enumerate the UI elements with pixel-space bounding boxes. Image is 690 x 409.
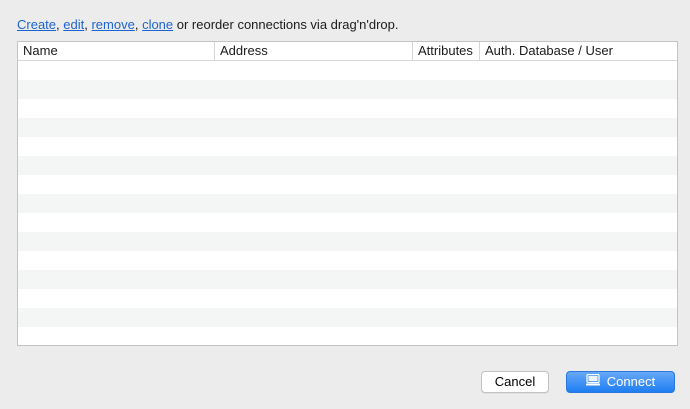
clone-link[interactable]: clone [142, 17, 173, 32]
cancel-button[interactable]: Cancel [481, 371, 549, 393]
remove-link[interactable]: remove [91, 17, 134, 32]
table-row [18, 251, 677, 270]
table-row [18, 213, 677, 232]
connection-manager-dialog: Create, edit, remove, clone or reorder c… [0, 0, 690, 409]
table-row [18, 175, 677, 194]
table-header: Name Address Attributes Auth. Database /… [18, 42, 677, 61]
table-row [18, 137, 677, 156]
table-row [18, 327, 677, 345]
create-link[interactable]: Create [17, 17, 56, 32]
table-row [18, 232, 677, 251]
column-header-name[interactable]: Name [18, 42, 215, 60]
instructions-suffix: or reorder connections via drag'n'drop. [173, 17, 399, 32]
column-header-auth-database-user[interactable]: Auth. Database / User [480, 42, 677, 60]
connect-button-label: Connect [606, 374, 656, 389]
table-row [18, 99, 677, 118]
table-body[interactable] [18, 61, 677, 345]
table-row [18, 61, 677, 80]
table-row [18, 308, 677, 327]
table-row [18, 156, 677, 175]
table-row [18, 194, 677, 213]
separator: , [134, 17, 143, 32]
table-row [18, 270, 677, 289]
column-header-address[interactable]: Address [215, 42, 413, 60]
edit-link[interactable]: edit [63, 17, 84, 32]
connections-table[interactable]: Name Address Attributes Auth. Database /… [17, 41, 678, 346]
table-row [18, 289, 677, 308]
column-header-attributes[interactable]: Attributes [413, 42, 480, 60]
connect-button[interactable]: Connect [566, 371, 675, 393]
table-row [18, 118, 677, 137]
cancel-button-label: Cancel [494, 374, 536, 389]
monitor-icon [585, 372, 600, 392]
table-row [18, 80, 677, 99]
instructions-text: Create, edit, remove, clone or reorder c… [17, 16, 399, 34]
